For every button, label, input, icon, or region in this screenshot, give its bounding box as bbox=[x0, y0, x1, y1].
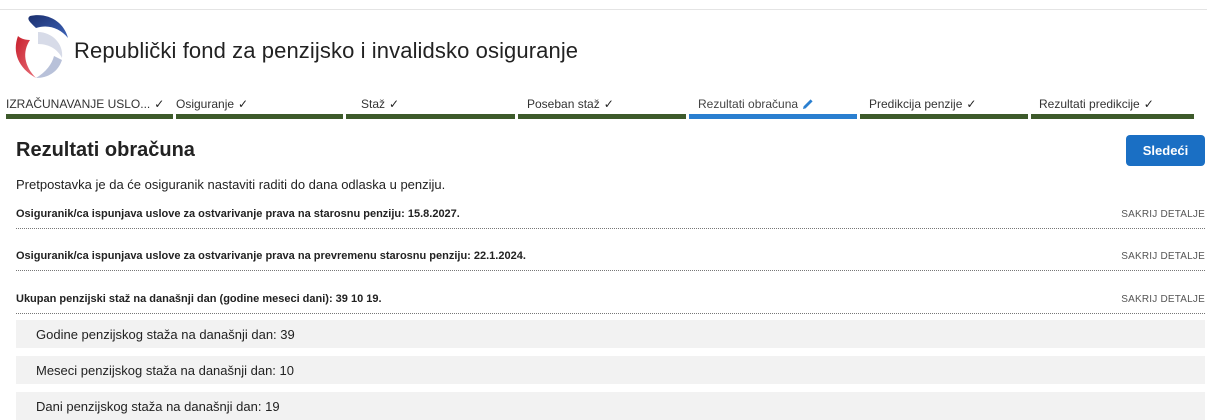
total-service-row: Ukupan penzijski staž na današnji dan (g… bbox=[16, 293, 1205, 314]
step-osiguranje[interactable]: Osiguranje ✓ bbox=[176, 97, 343, 121]
step-progress-bar bbox=[518, 114, 686, 119]
check-icon: ✓ bbox=[154, 97, 165, 111]
check-icon: ✓ bbox=[389, 97, 400, 111]
condition-text: Osiguranik/ca ispunjava uslove za ostvar… bbox=[16, 250, 526, 262]
step-progress-bar bbox=[1031, 114, 1194, 119]
hide-details-link[interactable]: SAKRIJ DETALJE bbox=[1121, 294, 1205, 305]
assumption-note: Pretpostavka je da će osiguranik nastavi… bbox=[16, 177, 446, 192]
next-button[interactable]: Sledeći bbox=[1126, 135, 1205, 166]
step-label: Poseban staž bbox=[527, 97, 600, 111]
service-days-row: Dani penzijskog staža na današnji dan: 1… bbox=[16, 392, 1205, 420]
step-progress-bar bbox=[6, 114, 173, 119]
service-years-text: Godine penzijskog staža na današnji dan:… bbox=[36, 327, 295, 342]
step-label: Rezultati predikcije bbox=[1039, 97, 1140, 111]
step-predikcija-penzije[interactable]: Predikcija penzije ✓ bbox=[860, 97, 1028, 121]
check-icon: ✓ bbox=[1143, 97, 1154, 111]
step-label: Rezultati obračuna bbox=[698, 97, 799, 111]
step-izracunavanje-uslova[interactable]: IZRAČUNAVANJE USLO... ✓ bbox=[6, 97, 173, 121]
pio-fund-logo bbox=[15, 15, 68, 78]
step-label: IZRAČUNAVANJE USLO... bbox=[6, 97, 151, 111]
check-icon: ✓ bbox=[603, 97, 614, 111]
service-days-text: Dani penzijskog staža na današnji dan: 1… bbox=[36, 399, 280, 414]
old-age-pension-condition-row: Osiguranik/ca ispunjava uslove za ostvar… bbox=[16, 208, 1205, 229]
step-progress-bar bbox=[689, 114, 857, 119]
step-staz[interactable]: Staž ✓ bbox=[346, 97, 515, 121]
page-title: Rezultati obračuna bbox=[16, 139, 195, 161]
step-progress-bar bbox=[860, 114, 1028, 119]
pencil-icon bbox=[803, 99, 813, 109]
step-label: Predikcija penzije bbox=[869, 97, 963, 111]
service-years-row: Godine penzijskog staža na današnji dan:… bbox=[16, 320, 1205, 348]
service-months-row: Meseci penzijskog staža na današnji dan:… bbox=[16, 356, 1205, 384]
step-label: Osiguranje bbox=[176, 97, 235, 111]
wizard-steps: IZRAČUNAVANJE USLO... ✓ Osiguranje ✓ Staž ✓… bbox=[6, 97, 1205, 121]
step-rezultati-predikcije[interactable]: Rezultati predikcije ✓ bbox=[1031, 97, 1194, 121]
condition-text: Ukupan penzijski staž na današnji dan (g… bbox=[16, 293, 382, 305]
organization-title: Republički fond za penzijsko i invalidsk… bbox=[74, 38, 579, 63]
step-poseban-staz[interactable]: Poseban staž ✓ bbox=[518, 97, 686, 121]
check-icon: ✓ bbox=[966, 97, 977, 111]
top-divider bbox=[0, 9, 1207, 10]
step-rezultati-obracuna[interactable]: Rezultati obračuna bbox=[689, 97, 857, 121]
hide-details-link[interactable]: SAKRIJ DETALJE bbox=[1121, 209, 1205, 220]
early-pension-condition-row: Osiguranik/ca ispunjava uslove za ostvar… bbox=[16, 250, 1205, 271]
condition-text: Osiguranik/ca ispunjava uslove za ostvar… bbox=[16, 208, 460, 220]
hide-details-link[interactable]: SAKRIJ DETALJE bbox=[1121, 251, 1205, 262]
service-months-text: Meseci penzijskog staža na današnji dan:… bbox=[36, 363, 294, 378]
step-progress-bar bbox=[346, 114, 515, 119]
step-progress-bar bbox=[176, 114, 343, 119]
step-label: Staž bbox=[361, 97, 386, 111]
check-icon: ✓ bbox=[238, 97, 249, 111]
